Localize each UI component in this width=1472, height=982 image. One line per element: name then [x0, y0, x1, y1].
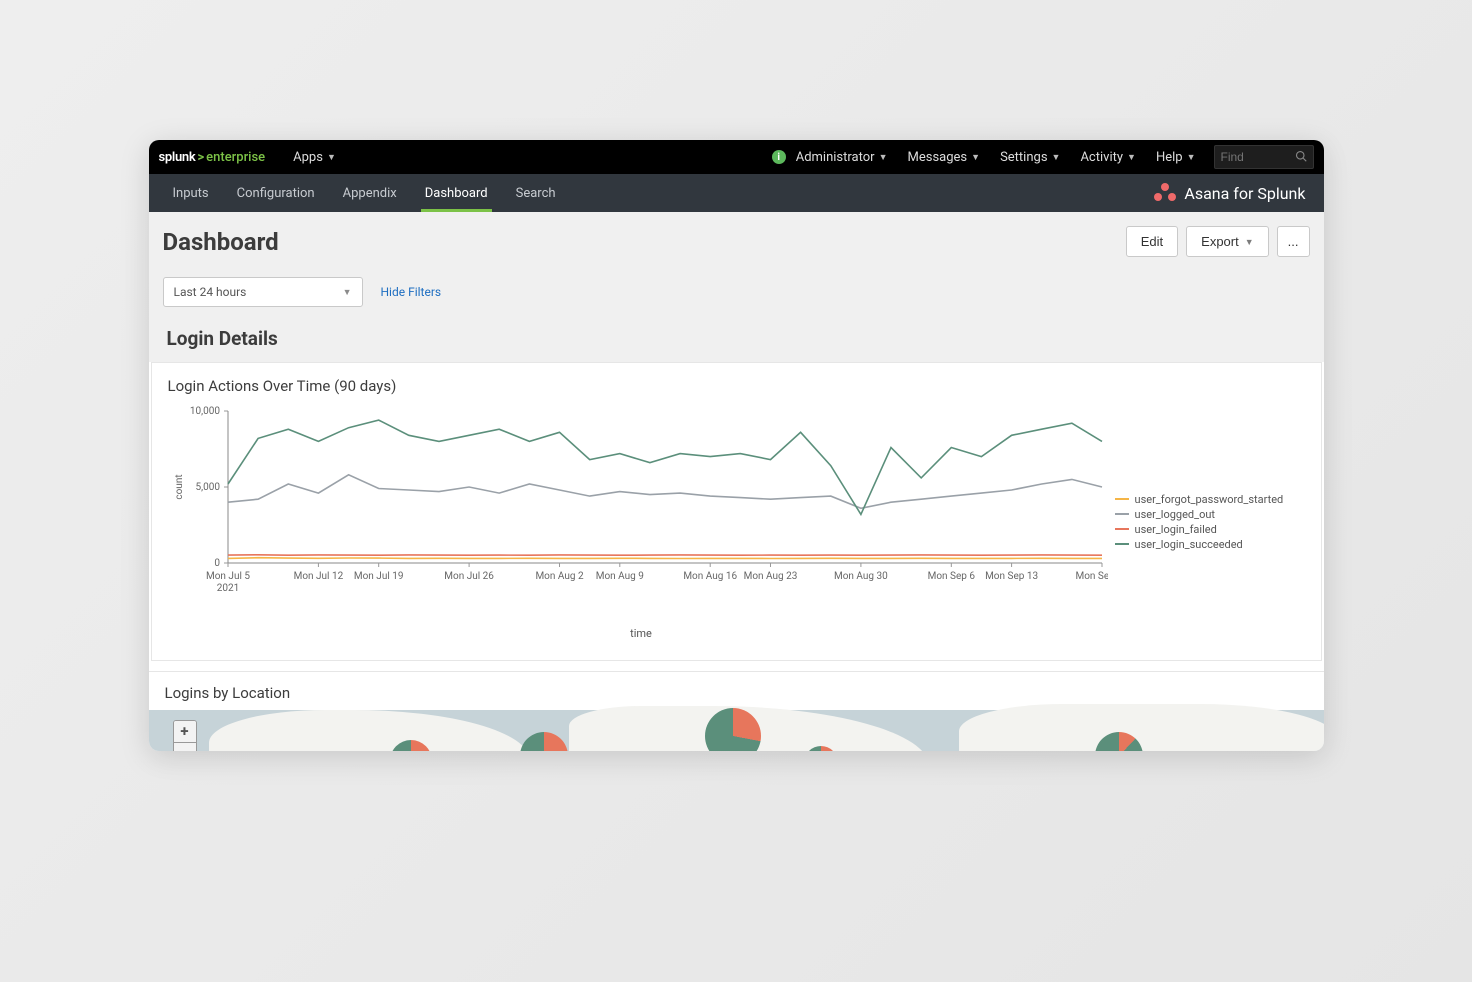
page-header: Dashboard Edit Export ▼ ... — [149, 212, 1324, 267]
admin-label: Administrator — [796, 150, 875, 165]
nav-tab-search[interactable]: Search — [502, 174, 570, 212]
svg-text:5,000: 5,000 — [195, 482, 220, 493]
nav-tab-label: Configuration — [237, 186, 315, 201]
chart-title: Login Actions Over Time (90 days) — [168, 377, 1305, 395]
caret-down-icon: ▼ — [1127, 152, 1136, 163]
legend-label: user_logged_out — [1135, 508, 1216, 521]
map-pie-na-east[interactable] — [520, 732, 568, 751]
app-brand: Asana for Splunk — [1154, 174, 1313, 212]
svg-text:Mon Aug 30: Mon Aug 30 — [834, 571, 888, 582]
x-axis-label: time — [168, 627, 1115, 640]
legend-swatch — [1115, 513, 1129, 515]
svg-text:Mon Jul 26: Mon Jul 26 — [444, 571, 494, 582]
status-ok-icon: i — [772, 150, 786, 164]
svg-text:Mon Sep 6: Mon Sep 6 — [927, 571, 975, 582]
brand-separator-icon: > — [197, 150, 204, 165]
caret-down-icon: ▼ — [1052, 152, 1061, 163]
settings-menu[interactable]: Settings ▼ — [990, 150, 1070, 165]
search-icon — [1295, 150, 1307, 165]
nav-tab-label: Dashboard — [425, 186, 488, 201]
nav-tab-inputs[interactable]: Inputs — [159, 174, 223, 212]
activity-menu[interactable]: Activity ▼ — [1070, 150, 1145, 165]
settings-label: Settings — [1000, 150, 1047, 165]
global-search[interactable] — [1214, 145, 1314, 169]
help-label: Help — [1156, 150, 1183, 165]
nav-tab-label: Appendix — [343, 186, 397, 201]
nav-tab-configuration[interactable]: Configuration — [223, 174, 329, 212]
svg-text:Mon Jul 19: Mon Jul 19 — [353, 571, 403, 582]
legend-swatch — [1115, 543, 1129, 545]
svg-text:Mon Aug 9: Mon Aug 9 — [595, 571, 643, 582]
nav-tab-label: Inputs — [173, 186, 209, 201]
filter-row: Last 24 hours ▼ Hide Filters — [149, 267, 1324, 323]
svg-text:Mon Sep 20: Mon Sep 20 — [1075, 571, 1108, 582]
messages-menu[interactable]: Messages ▼ — [898, 150, 991, 165]
legend-item[interactable]: user_logged_out — [1115, 508, 1305, 521]
legend-item[interactable]: user_login_succeeded — [1115, 538, 1305, 551]
svg-text:10,000: 10,000 — [189, 406, 219, 417]
map-panel: Logins by Location + − — [149, 671, 1324, 751]
line-chart: 0 5,000 10,000 count Mon Jul 52021 Mon Jul 12… — [168, 403, 1108, 603]
apps-menu[interactable]: Apps ▼ — [283, 150, 346, 165]
svg-text:count: count — [174, 474, 185, 499]
svg-text:Mon Sep 13: Mon Sep 13 — [985, 571, 1038, 582]
export-button-label: Export — [1201, 234, 1239, 249]
search-input[interactable] — [1221, 150, 1295, 164]
brand-name: splunk — [159, 150, 196, 165]
more-button[interactable]: ... — [1277, 226, 1310, 257]
svg-text:Mon Aug 16: Mon Aug 16 — [683, 571, 737, 582]
edit-button[interactable]: Edit — [1126, 226, 1178, 257]
timerange-dropdown[interactable]: Last 24 hours ▼ — [163, 277, 363, 307]
legend-item[interactable]: user_login_failed — [1115, 523, 1305, 536]
app-window: splunk > enterprise Apps ▼ i Administrat… — [149, 140, 1324, 751]
topbar: splunk > enterprise Apps ▼ i Administrat… — [149, 140, 1324, 174]
admin-menu[interactable]: i Administrator ▼ — [762, 150, 898, 165]
legend-swatch — [1115, 498, 1129, 500]
app-brand-name: Asana for Splunk — [1184, 184, 1305, 203]
activity-label: Activity — [1080, 150, 1123, 165]
caret-down-icon: ▼ — [343, 287, 352, 298]
legend-label: user_login_succeeded — [1135, 538, 1243, 551]
nav-tab-appendix[interactable]: Appendix — [329, 174, 411, 212]
svg-text:Mon Aug 2: Mon Aug 2 — [535, 571, 584, 582]
map-zoom-controls: + − — [173, 720, 197, 751]
legend-label: user_login_failed — [1135, 523, 1217, 536]
hide-filters-link[interactable]: Hide Filters — [381, 285, 442, 299]
zoom-in-button[interactable]: + — [174, 721, 196, 743]
map-title: Logins by Location — [165, 684, 1308, 702]
svg-text:Mon Jul 12: Mon Jul 12 — [293, 571, 343, 582]
map-background[interactable] — [149, 710, 1324, 751]
nav-tab-label: Search — [516, 186, 556, 201]
brand-logo[interactable]: splunk > enterprise — [159, 150, 266, 165]
chart-legend: user_forgot_password_started user_logged_… — [1115, 403, 1305, 640]
navbar: Inputs Configuration Appendix Dashboard … — [149, 174, 1324, 212]
svg-text:0: 0 — [214, 558, 220, 569]
export-button[interactable]: Export ▼ — [1186, 226, 1269, 257]
caret-down-icon: ▼ — [971, 152, 980, 163]
legend-item[interactable]: user_forgot_password_started — [1115, 493, 1305, 506]
legend-label: user_forgot_password_started — [1135, 493, 1284, 506]
caret-down-icon: ▼ — [1245, 237, 1254, 247]
more-button-label: ... — [1288, 234, 1299, 249]
svg-text:Mon Jul 5: Mon Jul 5 — [206, 571, 250, 582]
caret-down-icon: ▼ — [327, 152, 336, 163]
timerange-value: Last 24 hours — [174, 285, 247, 299]
caret-down-icon: ▼ — [1187, 152, 1196, 163]
section-title: Login Details — [149, 323, 1324, 362]
page-title: Dashboard — [163, 228, 279, 256]
svg-text:Mon Aug 23: Mon Aug 23 — [743, 571, 797, 582]
chart-area[interactable]: 0 5,000 10,000 count Mon Jul 52021 Mon Jul 12… — [168, 403, 1115, 640]
apps-label: Apps — [293, 150, 323, 165]
svg-text:2021: 2021 — [216, 583, 238, 594]
messages-label: Messages — [908, 150, 968, 165]
nav-tab-dashboard[interactable]: Dashboard — [411, 174, 502, 212]
asana-logo-icon — [1154, 182, 1176, 204]
caret-down-icon: ▼ — [879, 152, 888, 163]
edit-button-label: Edit — [1141, 234, 1163, 249]
zoom-out-button[interactable]: − — [174, 743, 196, 751]
brand-suffix: enterprise — [206, 150, 265, 165]
legend-swatch — [1115, 528, 1129, 530]
login-chart-panel: Login Actions Over Time (90 days) 0 5,000… — [151, 362, 1322, 661]
help-menu[interactable]: Help ▼ — [1146, 150, 1206, 165]
